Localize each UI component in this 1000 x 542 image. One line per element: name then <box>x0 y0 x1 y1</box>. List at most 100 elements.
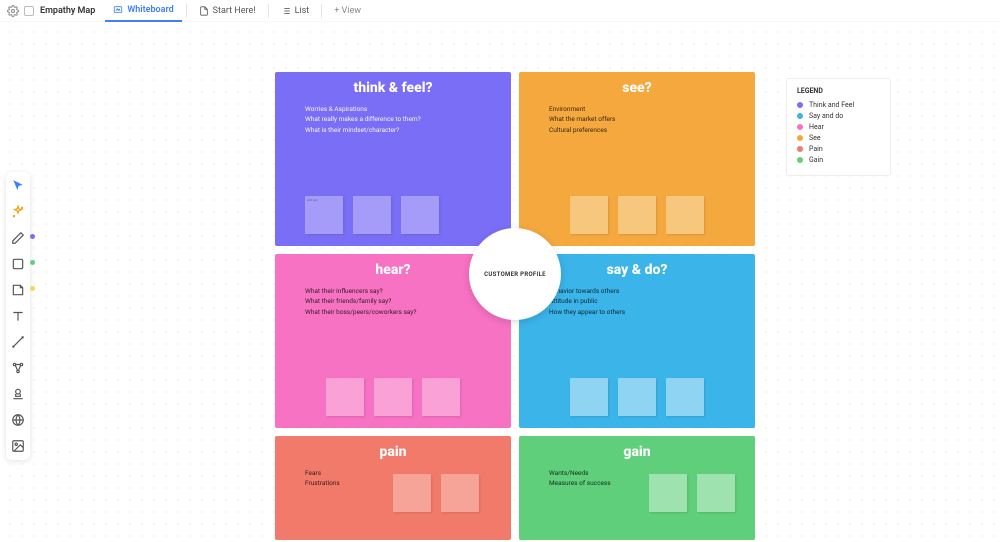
sparkle-icon <box>11 205 25 219</box>
prompt-line: How they appear to others <box>549 307 755 317</box>
empathy-map-board: think & feel? Worries & Aspirations What… <box>275 72 755 542</box>
sticky-note[interactable] <box>393 474 431 512</box>
pen-color-dot <box>30 234 35 239</box>
tab-start-here[interactable]: Start Here! <box>191 0 264 22</box>
prompt-line: What their boss/peers/coworkers say? <box>305 307 511 317</box>
shape-color-dot <box>30 260 35 265</box>
sticky-note[interactable] <box>697 474 735 512</box>
tab-label: Start Here! <box>213 6 256 16</box>
prompt-line: Cultural preferences <box>549 125 755 135</box>
profile-label: CUSTOMER PROFILE <box>484 271 546 278</box>
shape-tool[interactable] <box>10 256 26 272</box>
sticky-note-tool[interactable] <box>10 282 26 298</box>
quadrant-prompts: Environment What the market offers Cultu… <box>519 96 755 135</box>
legend-item: Say and do <box>797 112 880 120</box>
prompt-line: What the market offers <box>549 114 755 124</box>
cursor-tool[interactable] <box>10 178 26 194</box>
legend-swatch <box>797 113 803 119</box>
web-embed-tool[interactable] <box>10 412 26 428</box>
quadrant-title: pain <box>275 436 511 460</box>
sticky-note[interactable] <box>422 378 460 416</box>
cursor-icon <box>11 179 25 193</box>
prompt-line: Environment <box>549 104 755 114</box>
sticky-note[interactable] <box>649 474 687 512</box>
tab-label: List <box>295 6 310 16</box>
settings-icon[interactable] <box>6 4 20 18</box>
prompt-line: What really makes a difference to them? <box>305 114 511 124</box>
add-view-button[interactable]: + View <box>326 0 369 22</box>
legend-label: Think and Feel <box>809 101 854 109</box>
image-icon <box>11 439 25 453</box>
quadrant-prompts: Worries & Aspirations What really makes … <box>275 96 511 135</box>
shape-icon <box>11 257 25 271</box>
add-view-label: + View <box>334 6 361 16</box>
legend-swatch <box>797 135 803 141</box>
relationship-icon <box>11 361 25 375</box>
sticky-note[interactable] <box>666 196 704 234</box>
sticky-note[interactable] <box>618 378 656 416</box>
legend-title: LEGEND <box>797 87 880 95</box>
tab-list[interactable]: List <box>273 0 318 22</box>
sticky-note[interactable] <box>618 196 656 234</box>
prompt-line: What is their mindset/character? <box>305 125 511 135</box>
legend-swatch <box>797 102 803 108</box>
select-all-checkbox[interactable] <box>24 6 34 16</box>
doc-icon <box>199 6 209 16</box>
legend-item: Think and Feel <box>797 101 880 109</box>
legend-item: See <box>797 134 880 142</box>
sticky-note[interactable] <box>353 196 391 234</box>
drawing-toolbar <box>6 172 30 460</box>
legend-swatch <box>797 124 803 130</box>
legend-item: Pain <box>797 145 880 153</box>
prompt-line: Behavior towards others <box>549 286 755 296</box>
quadrant-think-feel[interactable]: think & feel? Worries & Aspirations What… <box>275 72 511 246</box>
note-color-dot <box>30 286 35 291</box>
list-icon <box>281 6 291 16</box>
quadrant-title: gain <box>519 436 755 460</box>
customer-profile-circle[interactable]: CUSTOMER PROFILE <box>469 228 561 320</box>
pen-icon <box>11 231 25 245</box>
tab-whiteboard[interactable]: Whiteboard <box>105 0 181 22</box>
prompt-line: Worries & Aspirations <box>305 104 511 114</box>
quadrant-gain[interactable]: gain Wants/Needs Measures of success <box>519 436 755 540</box>
legend-swatch <box>797 146 803 152</box>
image-tool[interactable] <box>10 438 26 454</box>
sticky-note[interactable] <box>441 474 479 512</box>
divider <box>186 4 187 18</box>
legend-label: Pain <box>809 145 823 153</box>
relationship-tool[interactable] <box>10 360 26 376</box>
legend-panel[interactable]: LEGEND Think and Feel Say and do Hear Se… <box>786 78 891 176</box>
sticky-note[interactable] <box>374 378 412 416</box>
connector-tool[interactable] <box>10 334 26 350</box>
quadrant-see[interactable]: see? Environment What the market offers … <box>519 72 755 246</box>
page-title: Empathy Map <box>40 6 95 16</box>
legend-label: See <box>809 134 821 142</box>
top-bar: Empathy Map Whiteboard Start Here! List … <box>0 0 1000 22</box>
stamp-tool[interactable] <box>10 386 26 402</box>
legend-label: Gain <box>809 156 823 164</box>
stamp-icon <box>11 387 25 401</box>
connector-icon <box>11 335 25 349</box>
whiteboard-canvas[interactable]: think & feel? Worries & Aspirations What… <box>0 22 1000 542</box>
sticky-note[interactable] <box>570 378 608 416</box>
pen-tool[interactable] <box>10 230 26 246</box>
globe-icon <box>11 413 25 427</box>
text-tool[interactable] <box>10 308 26 324</box>
sticky-note[interactable] <box>401 196 439 234</box>
legend-item: Gain <box>797 156 880 164</box>
sticky-note[interactable]: edit text <box>305 196 343 234</box>
legend-item: Hear <box>797 123 880 131</box>
legend-label: Hear <box>809 123 824 131</box>
tab-label: Whiteboard <box>127 5 173 15</box>
whiteboard-icon <box>113 5 123 15</box>
sticky-note[interactable] <box>570 196 608 234</box>
quadrant-title: see? <box>519 72 755 96</box>
legend-label: Say and do <box>809 112 843 120</box>
generate-tool[interactable] <box>10 204 26 220</box>
divider <box>268 4 269 18</box>
sticky-note[interactable] <box>326 378 364 416</box>
sticky-note[interactable] <box>666 378 704 416</box>
text-icon <box>11 309 25 323</box>
quadrant-pain[interactable]: pain Fears Frustrations <box>275 436 511 540</box>
divider <box>321 4 322 18</box>
